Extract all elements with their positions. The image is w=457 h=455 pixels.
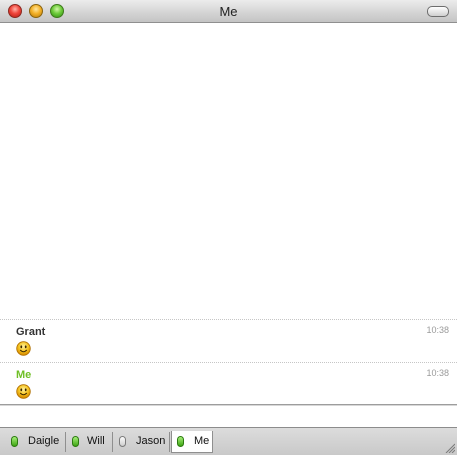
title-bar[interactable]: Me [0,0,457,23]
tab-me[interactable]: Me [171,431,213,453]
status-online-icon [177,436,184,447]
chat-window: Me Grant 10:38 Me 10:38 Daigle Will Jaso… [0,0,457,455]
message-log[interactable]: Grant 10:38 Me 10:38 [0,23,457,403]
status-idle-icon [119,436,126,447]
message-sender: Grant [16,326,46,338]
smiley-icon [16,384,31,399]
smiley-icon [16,341,31,356]
toolbar-toggle-button[interactable] [427,6,449,17]
message-sender: Me [16,369,32,381]
message-row: Me 10:38 [0,362,457,405]
window-title: Me [219,4,238,19]
resize-grip-icon[interactable] [445,443,455,453]
tab-bar: Daigle Will Jason Me [0,427,457,455]
message-input[interactable] [0,405,457,427]
message-timestamp: 10:38 [426,325,449,335]
tab-daigle[interactable]: Daigle [6,432,66,452]
message-timestamp: 10:38 [426,368,449,378]
status-online-icon [11,436,18,447]
tab-will[interactable]: Will [67,432,113,452]
tab-label: Will [87,435,105,447]
message-row: Grant 10:38 [0,319,457,362]
tab-label: Jason [136,435,166,447]
status-online-icon [72,436,79,447]
tab-label: Daigle [28,435,60,447]
tab-jason[interactable]: Jason [114,432,170,452]
tab-label: Me [194,435,210,447]
